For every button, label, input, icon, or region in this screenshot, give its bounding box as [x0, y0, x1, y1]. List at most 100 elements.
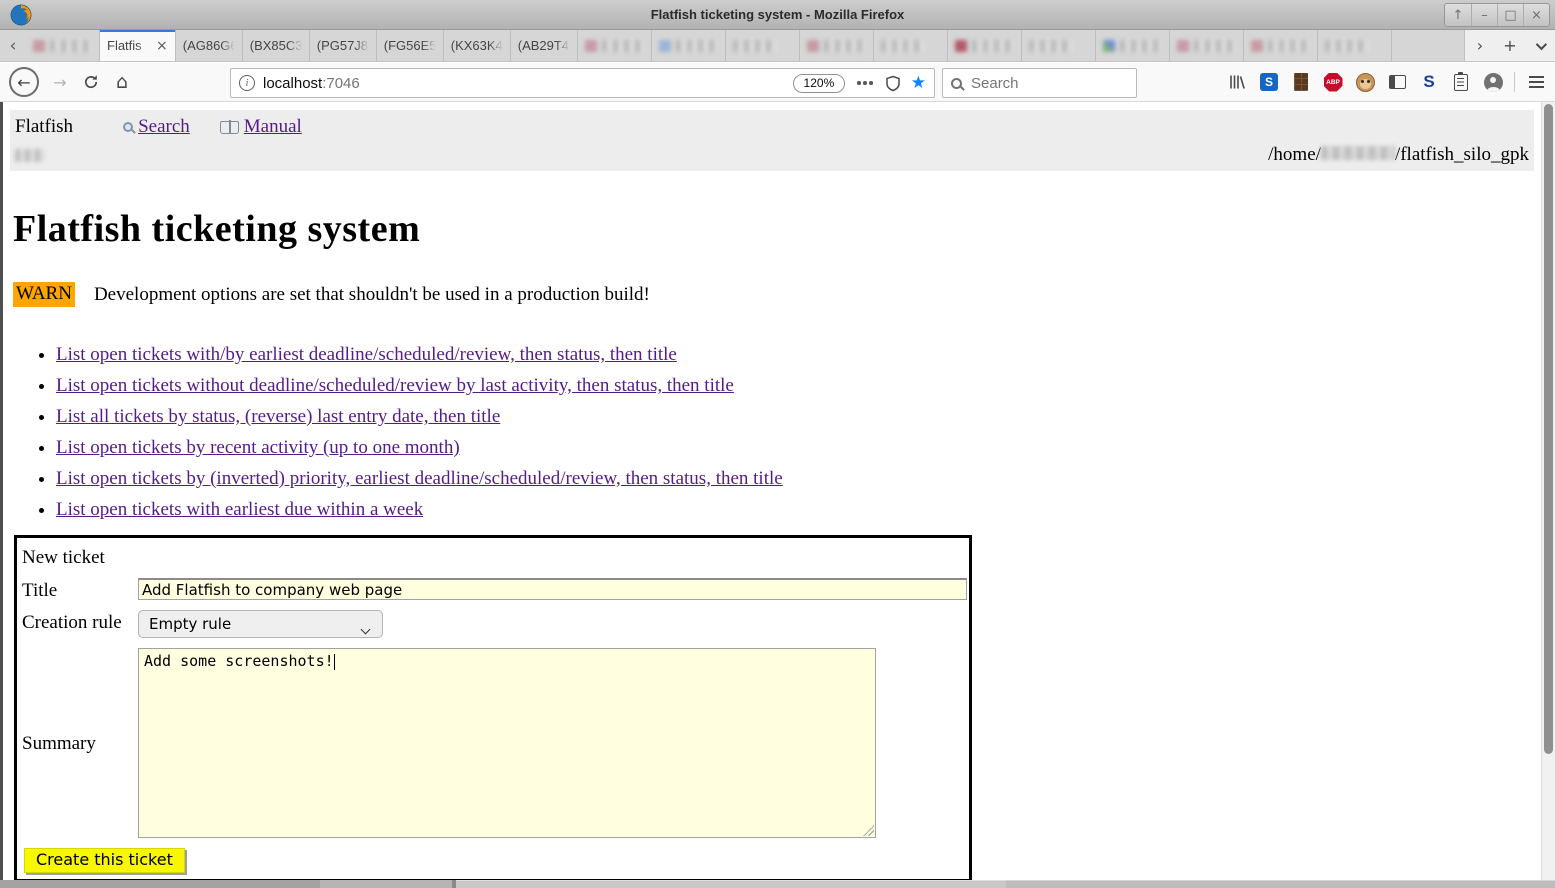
manual-link[interactable]: Manual	[244, 116, 302, 138]
create-ticket-button[interactable]: Create this ticket	[24, 848, 185, 873]
tab-scroll-left-button[interactable]: ‹	[0, 30, 26, 61]
tab-close-icon[interactable]: ×	[156, 39, 168, 53]
ticket-link-1[interactable]: List open tickets with/by earliest deadl…	[56, 344, 677, 365]
account-icon[interactable]	[1482, 71, 1504, 93]
tab-redacted[interactable]	[948, 30, 1022, 61]
ticket-link-2[interactable]: List open tickets without deadline/sched…	[56, 375, 734, 396]
warn-badge: WARN	[13, 282, 75, 307]
ticket-link-5[interactable]: List open tickets by (inverted) priority…	[56, 468, 783, 489]
tab-3[interactable]: (PG57J8L	[310, 30, 377, 61]
tab-redacted[interactable]	[578, 30, 652, 61]
form-legend: New ticket	[19, 540, 967, 578]
library-icon[interactable]	[1226, 71, 1248, 93]
tab-redacted[interactable]	[1022, 30, 1096, 61]
tab-label: (KX63K4	[451, 38, 503, 53]
summary-label: Summary	[19, 731, 138, 755]
reload-button[interactable]	[76, 67, 106, 97]
plus-icon: +	[1503, 36, 1516, 55]
tab-1[interactable]: (AG86G6	[176, 30, 243, 61]
minimize-icon: –	[1481, 8, 1488, 23]
tab-redacted[interactable]	[652, 30, 726, 61]
tab-redacted[interactable]	[800, 30, 874, 61]
zoom-level-badge[interactable]: 120%	[793, 74, 846, 93]
search-bar[interactable]	[942, 68, 1137, 98]
creation-rule-select[interactable]: Empty rule	[138, 610, 383, 638]
reload-icon	[83, 74, 99, 90]
s-extension-icon[interactable]: S	[1418, 71, 1440, 93]
title-label: Title	[19, 578, 138, 602]
tab-redacted[interactable]	[1318, 30, 1392, 61]
tab-label: (AG86G6	[183, 38, 235, 53]
browser-window: Flatfish ticketing system - Mozilla Fire…	[0, 0, 1555, 888]
ticket-link-4[interactable]: List open tickets by recent activity (up…	[56, 437, 460, 458]
maximize-icon: □	[1504, 8, 1516, 23]
window-maximize-button[interactable]: □	[1497, 4, 1523, 26]
tab-overflow-button[interactable]: ›	[1465, 30, 1495, 61]
tab-redacted[interactable]	[874, 30, 948, 61]
extension-icons: S ABP S	[1226, 67, 1547, 97]
pin-icon: ↑	[1453, 8, 1464, 23]
tab-5[interactable]: (KX63K4	[444, 30, 511, 61]
tampermonkey-icon[interactable]	[1354, 71, 1376, 93]
tab-label: (BX85C3	[250, 38, 302, 53]
tab-4[interactable]: (FG56E5	[377, 30, 444, 61]
chocolate-extension-icon[interactable]	[1290, 71, 1312, 93]
resize-grip-icon[interactable]	[863, 825, 874, 836]
window-minimize-button[interactable]: –	[1471, 4, 1497, 26]
manual-book-icon	[220, 121, 239, 134]
ticket-link-6[interactable]: List open tickets with earliest due with…	[56, 499, 423, 520]
shield-icon[interactable]	[885, 75, 901, 92]
tab-6[interactable]: (AB29T4	[511, 30, 578, 61]
window-pin-button[interactable]: ↑	[1445, 4, 1471, 26]
page-scrollbar[interactable]	[1541, 102, 1555, 880]
new-tab-button[interactable]: +	[1495, 30, 1525, 61]
navigation-toolbar: ← → ⌂ i localhost:7046 120% ★	[0, 63, 1555, 102]
search-input[interactable]	[971, 75, 1111, 92]
site-header: Flatfish Search Manual /home//flatfish_s…	[10, 110, 1534, 171]
list-item: List open tickets with/by earliest deadl…	[56, 344, 1534, 366]
desktop-edge-strip	[0, 880, 1555, 888]
chevron-right-icon: ›	[1477, 36, 1483, 55]
tab-redacted[interactable]	[26, 30, 100, 61]
tab-redacted[interactable]	[1096, 30, 1170, 61]
creation-rule-label: Creation rule	[19, 602, 138, 648]
tab-label: (AB29T4	[518, 38, 570, 53]
stylus-extension-icon[interactable]: S	[1258, 71, 1280, 93]
summary-textarea[interactable]: Add some screenshots!	[138, 648, 876, 838]
window-close-button[interactable]: ×	[1523, 4, 1549, 26]
summary-text: Add some screenshots!	[144, 652, 334, 670]
scrollbar-thumb[interactable]	[1544, 104, 1553, 754]
tab-active-flatfish[interactable]: Flatfis ×	[100, 30, 176, 61]
url-host: localhost	[263, 75, 322, 92]
firefox-icon	[10, 4, 32, 26]
home-button[interactable]: ⌂	[107, 67, 137, 97]
url-bar[interactable]: i localhost:7046 120% ★	[230, 68, 935, 98]
ticket-link-3[interactable]: List all tickets by status, (reverse) la…	[56, 406, 500, 427]
clipboard-extension-icon[interactable]	[1450, 71, 1472, 93]
forward-button[interactable]: →	[45, 67, 75, 97]
sidebar-toggle-icon[interactable]	[1386, 71, 1408, 93]
page-actions-icon[interactable]	[857, 81, 873, 85]
back-icon: ←	[9, 67, 39, 97]
tab-label: (FG56E5	[384, 38, 436, 53]
title-input[interactable]	[138, 578, 967, 600]
site-info-icon[interactable]: i	[239, 75, 255, 91]
tab-list-dropdown-button[interactable]	[1525, 30, 1555, 61]
search-link[interactable]: Search	[138, 116, 190, 138]
list-item: List open tickets without deadline/sched…	[56, 375, 1534, 397]
hamburger-icon	[1529, 76, 1544, 88]
tab-label: (PG57J8L	[317, 38, 369, 53]
tab-bar: ‹ Flatfis × (AG86G6 (BX85C3 (PG57J8L (FG…	[0, 30, 1555, 62]
back-button[interactable]: ←	[9, 67, 39, 97]
adblock-plus-icon[interactable]: ABP	[1322, 71, 1344, 93]
tab-redacted[interactable]	[726, 30, 800, 61]
home-icon: ⌂	[116, 71, 128, 93]
forward-icon: →	[53, 73, 66, 92]
menu-button[interactable]	[1525, 71, 1547, 93]
tabbar-controls: › +	[1464, 30, 1555, 61]
tab-2[interactable]: (BX85C3	[243, 30, 310, 61]
tab-redacted[interactable]	[1244, 30, 1318, 61]
tab-redacted[interactable]	[1170, 30, 1244, 61]
window-titlebar: Flatfish ticketing system - Mozilla Fire…	[0, 0, 1555, 30]
bookmark-star-icon[interactable]: ★	[911, 73, 926, 93]
